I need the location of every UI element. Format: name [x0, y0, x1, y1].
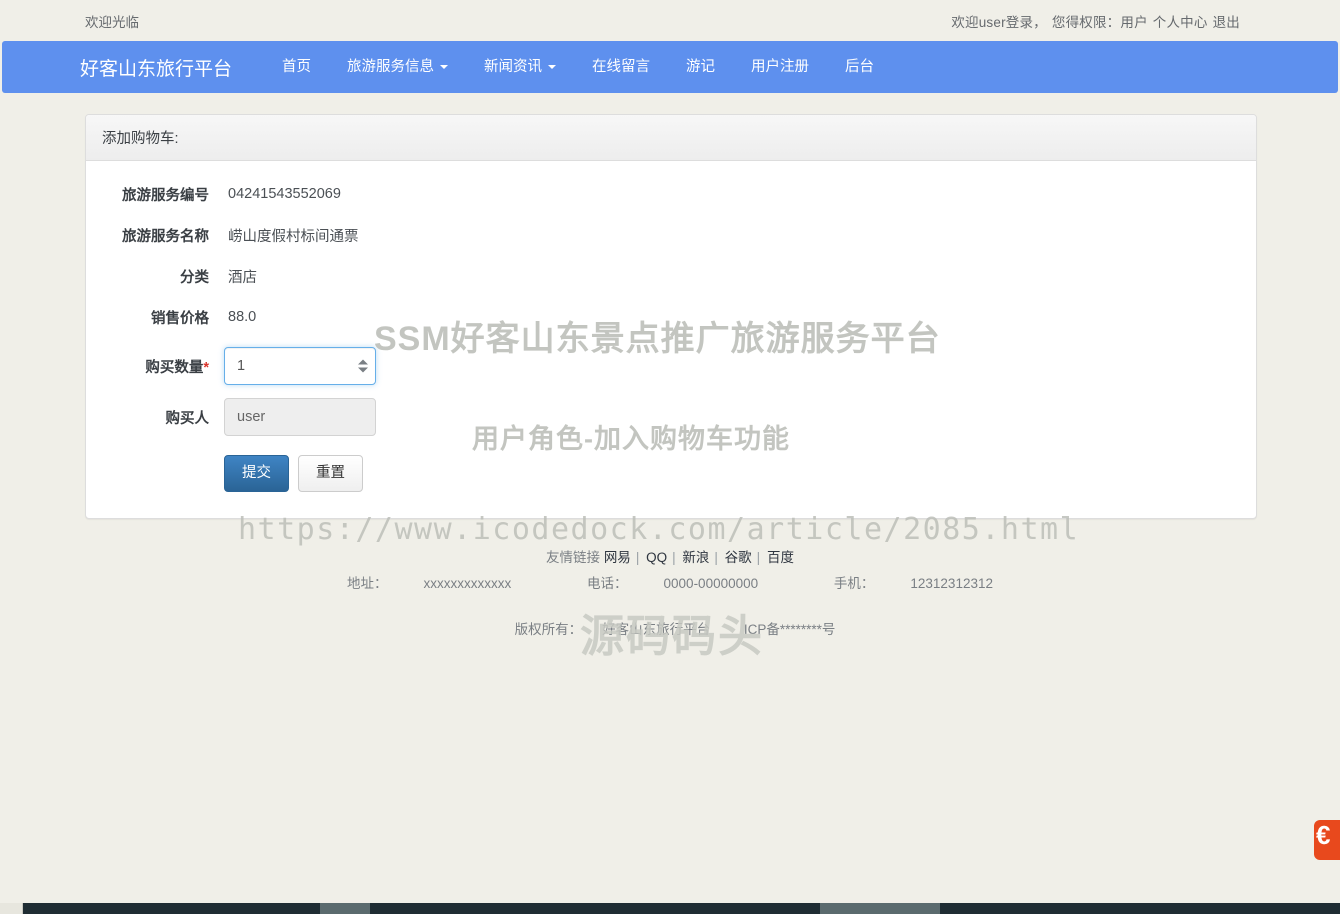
field-value-price: 88.0 [228, 309, 257, 325]
field-value-category: 酒店 [228, 269, 257, 286]
content-wrapper: 添加购物车: 旅游服务编号 04241543552069 旅游服务名称 崂山度假… [0, 114, 1340, 642]
panel-title: 添加购物车: [86, 115, 1256, 161]
nav-item-register[interactable]: 用户注册 [733, 41, 827, 93]
field-row-quantity: 购买数量* [102, 347, 1240, 385]
chevron-down-icon [440, 65, 449, 69]
field-row-buyer: 购买人 [102, 398, 1240, 436]
taskbar-tab[interactable] [820, 903, 940, 914]
friend-link-sina[interactable]: 新浪 [682, 550, 709, 565]
permission-value: 用户 [1120, 14, 1148, 30]
add-to-cart-form: 旅游服务编号 04241543552069 旅游服务名称 崂山度假村标间通票 分… [86, 161, 1256, 518]
nav-item-home[interactable]: 首页 [264, 41, 329, 93]
nav-item-label: 旅游服务信息 [347, 59, 435, 75]
required-asterisk: * [203, 359, 209, 376]
friend-link-baidu[interactable]: 百度 [767, 550, 794, 565]
quantity-stepper[interactable] [358, 359, 368, 373]
welcome-text: 欢迎光临 [85, 14, 139, 30]
nav-item-label: 游记 [686, 59, 716, 75]
nav-item-tour-services[interactable]: 旅游服务信息 [329, 41, 466, 93]
add-to-cart-panel: 添加购物车: 旅游服务编号 04241543552069 旅游服务名称 崂山度假… [85, 114, 1257, 520]
nav-item-label: 新闻资讯 [484, 59, 543, 75]
reset-button[interactable]: 重置 [298, 455, 363, 493]
site-brand[interactable]: 好客山东旅行平台 [80, 54, 232, 81]
submit-button[interactable]: 提交 [224, 455, 289, 493]
nav-item-travel-notes[interactable]: 游记 [668, 41, 733, 93]
quantity-label: 购买数量* [102, 356, 224, 377]
field-row-price: 销售价格 88.0 [102, 306, 1240, 328]
quantity-input-wrap [224, 347, 376, 385]
page-footer: 友情链接 网易 | QQ | 新浪 | 谷歌 | 百度 地址： xxxxxxxxxxxxx… [85, 545, 1255, 642]
field-label: 旅游服务名称 [122, 228, 209, 245]
mobile-item: 手机： 12312312312 [816, 576, 1011, 591]
contact-row: 地址： xxxxxxxxxxxxx 电话： 0000-00000000 手机： 123… [85, 571, 1255, 597]
main-navigation-bar: 好客山东旅行平台 首页 旅游服务信息 新闻资讯 在线留言 游记 用户注册 后台 [2, 41, 1338, 93]
friend-link-google[interactable]: 谷歌 [725, 550, 752, 565]
buyer-label: 购买人 [165, 410, 210, 427]
logout-link[interactable]: 退出 [1213, 15, 1240, 30]
address-label: 地址： [347, 576, 388, 592]
copyright-label: 版权所有： [514, 621, 583, 637]
nav-item-label: 用户注册 [751, 59, 810, 75]
profile-link[interactable]: 个人中心 [1153, 15, 1208, 30]
nav-item-list: 首页 旅游服务信息 新闻资讯 在线留言 游记 用户注册 后台 [264, 41, 892, 93]
field-label: 旅游服务编号 [122, 187, 209, 204]
stepper-up-icon[interactable] [358, 359, 368, 365]
field-value-service-name: 崂山度假村标间通票 [228, 228, 359, 245]
phone-value: 0000-00000000 [663, 576, 759, 592]
mobile-value: 12312312312 [910, 576, 993, 592]
side-widget-icon: € [1316, 820, 1331, 850]
field-row-category: 分类 酒店 [102, 265, 1240, 287]
field-row-service-id: 旅游服务编号 04241543552069 [102, 183, 1240, 205]
copyright-item: 版权所有： 好客山东旅行平台 [505, 622, 721, 637]
copyright-value: 好客山东旅行平台 [602, 621, 711, 637]
nav-item-message-board[interactable]: 在线留言 [574, 41, 668, 93]
icp-number: ICP备********号 [743, 621, 836, 637]
field-label: 销售价格 [151, 310, 209, 327]
permission-label: 您得权限： [1051, 14, 1121, 30]
nav-item-news[interactable]: 新闻资讯 [466, 41, 574, 93]
friend-links-row: 友情链接 网易 | QQ | 新浪 | 谷歌 | 百度 [546, 550, 794, 566]
nav-item-label: 首页 [282, 59, 312, 75]
quantity-label-text: 购买数量 [145, 359, 204, 376]
address-item: 地址： xxxxxxxxxxxxx [329, 576, 529, 591]
field-row-service-name: 旅游服务名称 崂山度假村标间通票 [102, 224, 1240, 246]
friend-link-netease[interactable]: 网易 [604, 550, 631, 565]
stepper-down-icon[interactable] [358, 367, 368, 373]
login-greeting: 欢迎user登录， [951, 14, 1047, 30]
phone-label: 电话： [587, 576, 628, 592]
copyright-row: 版权所有： 好客山东旅行平台 ICP备********号 [85, 617, 1255, 643]
form-actions: 提交 重置 [102, 455, 1240, 493]
user-session-info: 欢迎user登录， 您得权限：用户 个人中心 退出 [951, 11, 1240, 31]
top-welcome-bar: 欢迎光临 欢迎user登录， 您得权限：用户 个人中心 退出 [0, 0, 1340, 41]
field-value-service-id: 04241543552069 [228, 186, 341, 202]
phone-item: 电话： 0000-00000000 [569, 576, 776, 591]
field-label: 分类 [180, 269, 209, 286]
quantity-input[interactable] [224, 347, 376, 385]
os-taskbar [0, 903, 1340, 914]
address-value: xxxxxxxxxxxxx [423, 576, 512, 592]
floating-side-widget[interactable]: € [1314, 820, 1340, 860]
mobile-label: 手机： [833, 576, 875, 592]
taskbar-corner [0, 903, 23, 914]
nav-item-label: 后台 [845, 59, 875, 75]
friend-links-label: 友情链接 [546, 550, 601, 566]
friend-link-qq[interactable]: QQ [646, 550, 667, 565]
nav-item-label: 在线留言 [592, 59, 651, 75]
nav-item-admin[interactable]: 后台 [827, 41, 892, 93]
taskbar-active-tab[interactable] [320, 903, 370, 914]
chevron-down-icon [548, 65, 557, 69]
buyer-input[interactable] [224, 398, 376, 436]
